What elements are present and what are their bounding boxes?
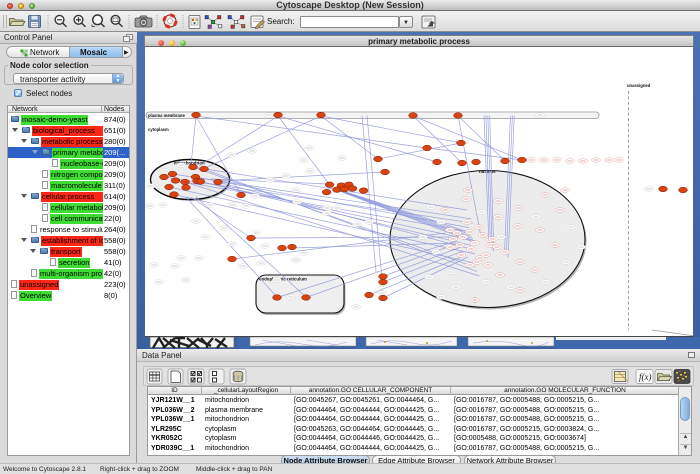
svg-text:plasma membrane: plasma membrane [148, 113, 185, 118]
svg-text:unassigned: unassigned [627, 83, 651, 88]
svg-text:endoplasmic reticulum: endoplasmic reticulum [259, 277, 307, 282]
svg-text:cytoplasm: cytoplasm [148, 127, 169, 132]
svg-text:f(x): f(x) [639, 372, 652, 382]
